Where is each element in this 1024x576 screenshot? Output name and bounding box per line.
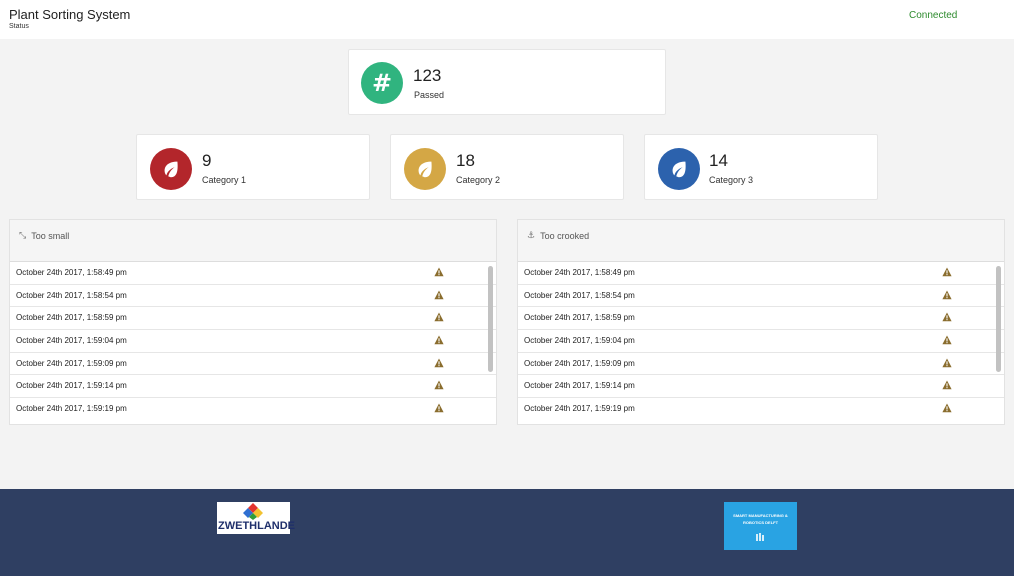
category-1-count: 9 — [202, 151, 212, 170]
event-timestamp: October 24th 2017, 1:59:14 pm — [524, 381, 635, 391]
list-item: October 24th 2017, 1:59:09 pm — [518, 353, 1004, 376]
scrollbar-thumb[interactable] — [996, 266, 1001, 372]
event-timestamp: October 24th 2017, 1:58:59 pm — [524, 313, 635, 323]
leaf-icon — [404, 148, 446, 190]
panel-header: ⤡ Too small — [10, 220, 496, 262]
passed-card: # 123 Passed — [348, 49, 666, 115]
smart-manufacturing-logo: SMART MANUFACTURING & ROBOTICS DELFT — [724, 502, 797, 550]
hash-icon: # — [361, 62, 403, 104]
list-item: October 24th 2017, 1:58:49 pm — [518, 262, 1004, 285]
list-item: October 24th 2017, 1:58:54 pm — [10, 285, 496, 308]
panel-title: Too small — [31, 231, 70, 241]
compress-icon: ⤡ — [19, 231, 27, 241]
category-3-label: Category 3 — [709, 175, 754, 185]
warning-icon — [434, 312, 444, 322]
list-item: October 24th 2017, 1:59:14 pm — [518, 375, 1004, 399]
footer — [0, 489, 1014, 576]
event-timestamp: October 24th 2017, 1:59:14 pm — [16, 381, 127, 391]
event-timestamp: October 24th 2017, 1:59:19 pm — [16, 404, 127, 414]
category-1-card: 9 Category 1 — [136, 134, 370, 200]
warning-icon — [434, 335, 444, 345]
page-subtitle: Status — [9, 23, 29, 30]
connection-status: Connected — [909, 10, 958, 21]
leaf-icon — [150, 148, 192, 190]
category-2-label: Category 2 — [456, 175, 501, 185]
warning-icon — [942, 335, 952, 345]
warning-icon — [942, 358, 952, 368]
event-timestamp: October 24th 2017, 1:58:49 pm — [524, 268, 635, 277]
scrollbar[interactable] — [488, 266, 494, 372]
anchor-icon: ⚓ — [527, 231, 536, 241]
too-crooked-panel: ⚓ Too crooked October 24th 2017, 1:58:49… — [517, 219, 1005, 425]
warning-icon — [434, 403, 444, 413]
passed-count: 123 — [413, 66, 442, 85]
scrollbar[interactable] — [996, 266, 1002, 372]
list-item: October 24th 2017, 1:59:19 pm — [10, 398, 496, 421]
panel-header: ⚓ Too crooked — [518, 220, 1004, 262]
passed-label: Passed — [414, 90, 445, 100]
list-item: October 24th 2017, 1:59:14 pm — [10, 375, 496, 399]
list-item: October 24th 2017, 1:58:59 pm — [10, 307, 496, 331]
event-timestamp: October 24th 2017, 1:59:09 pm — [524, 358, 635, 368]
logo-mark — [243, 503, 263, 520]
app-title: Plant Sorting System — [9, 7, 131, 22]
warning-icon — [434, 267, 444, 277]
scrollbar-thumb[interactable] — [488, 266, 493, 372]
list-item: October 24th 2017, 1:59:04 pm — [10, 330, 496, 353]
window-edge — [1014, 0, 1024, 576]
event-timestamp: October 24th 2017, 1:58:59 pm — [16, 313, 127, 323]
warning-icon — [942, 403, 952, 413]
category-2-card: 18 Category 2 — [390, 134, 624, 200]
zwethlande-logo: ZWETHLANDE — [217, 502, 295, 534]
logo-wordmark: ZWETHLANDE — [218, 520, 295, 532]
panel-title: Too crooked — [540, 231, 590, 241]
warning-icon — [942, 267, 952, 277]
event-timestamp: October 24th 2017, 1:59:19 pm — [524, 404, 635, 414]
top-header: Plant Sorting System Status Connected — [0, 0, 1014, 39]
warning-icon — [434, 290, 444, 299]
too-small-panel: ⤡ Too small October 24th 2017, 1:58:49 p… — [9, 219, 497, 425]
warning-icon — [434, 358, 444, 368]
list-item: October 24th 2017, 1:59:04 pm — [518, 330, 1004, 353]
event-timestamp: October 24th 2017, 1:58:49 pm — [16, 268, 127, 277]
list-item: October 24th 2017, 1:58:59 pm — [518, 307, 1004, 331]
leaf-icon — [658, 148, 700, 190]
logo-mark — [756, 533, 764, 541]
event-list: October 24th 2017, 1:58:49 pm October 24… — [10, 262, 496, 421]
event-timestamp: October 24th 2017, 1:59:04 pm — [16, 336, 127, 346]
category-3-card: 14 Category 3 — [644, 134, 878, 200]
category-2-count: 18 — [456, 151, 475, 170]
event-timestamp: October 24th 2017, 1:58:54 pm — [16, 290, 127, 300]
category-1-label: Category 1 — [202, 175, 247, 185]
warning-icon — [942, 380, 952, 390]
event-timestamp: October 24th 2017, 1:58:54 pm — [524, 290, 635, 300]
list-item: October 24th 2017, 1:58:54 pm — [518, 285, 1004, 308]
event-list: October 24th 2017, 1:58:49 pm October 24… — [518, 262, 1004, 421]
logo-wordmark: SMART MANUFACTURING & ROBOTICS DELFT — [733, 513, 788, 525]
warning-icon — [434, 380, 444, 390]
list-item: October 24th 2017, 1:58:49 pm — [10, 262, 496, 285]
event-timestamp: October 24th 2017, 1:59:04 pm — [524, 336, 635, 346]
list-item: October 24th 2017, 1:59:19 pm — [518, 398, 1004, 421]
warning-icon — [942, 312, 952, 322]
warning-icon — [942, 290, 952, 299]
category-3-count: 14 — [709, 151, 728, 170]
list-item: October 24th 2017, 1:59:09 pm — [10, 353, 496, 376]
app-viewport: Plant Sorting System Status Connected # … — [0, 0, 1014, 576]
event-timestamp: October 24th 2017, 1:59:09 pm — [16, 358, 127, 368]
